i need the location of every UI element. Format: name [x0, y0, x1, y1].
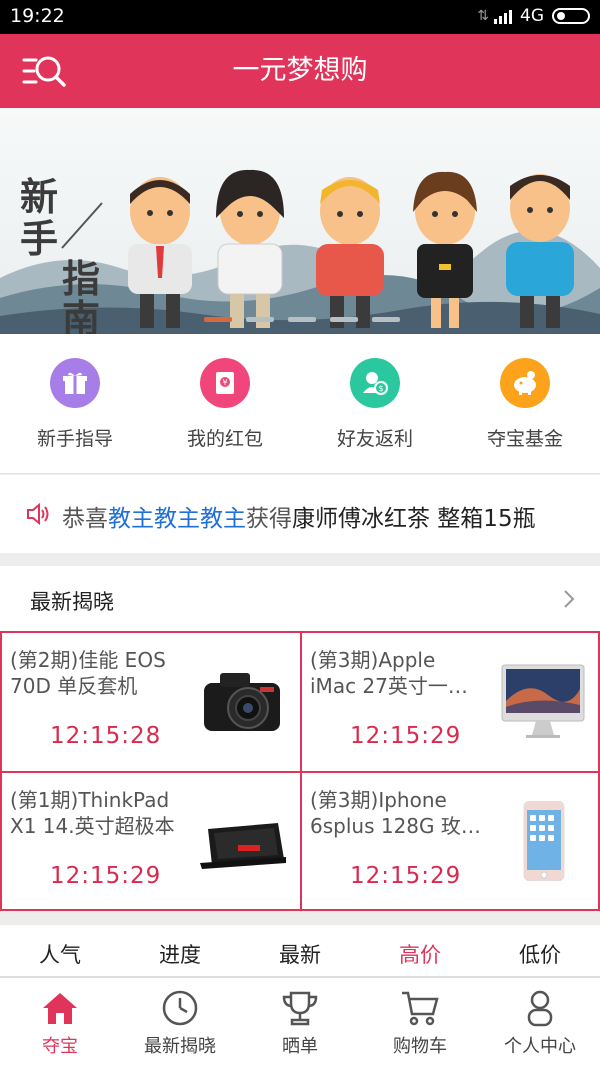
sort-popularity[interactable]: 人气 [0, 925, 120, 976]
quick-nav-label: 新手指导 [36, 428, 113, 450]
latest-reveal-grid: (第2期)佳能 EOS 70D 单反套机 12:15:28 (第3期)Apple i… [0, 631, 600, 911]
quick-nav-newbie-guide[interactable]: 新手指导 [0, 334, 150, 474]
countdown: 12:15:29 [350, 723, 462, 749]
countdown: 12:15:29 [50, 863, 162, 889]
quick-nav-my-red-envelope[interactable]: ¥ 我的红包 [150, 334, 300, 474]
notice-text: 恭喜教主教主教主获得康师傅冰红茶 整箱15瓶 [62, 499, 536, 533]
tab-label: 购物车 [393, 1036, 447, 1057]
product-card[interactable]: (第3期)Iphone 6splus 128G 玫… 12:15:29 [300, 771, 600, 911]
countdown: 12:15:28 [50, 723, 162, 749]
sort-newest[interactable]: 最新 [240, 925, 360, 976]
menu-search-icon[interactable] [20, 52, 68, 90]
product-card[interactable]: (第3期)Apple iMac 27英寸一… 12:15:29 [300, 631, 600, 771]
speaker-icon [27, 502, 49, 526]
sort-bar: 人气 进度 最新 高价 低价 [0, 925, 600, 977]
status-bar: 19:22 ⇅ 4G [0, 0, 600, 34]
signal-icon [494, 8, 512, 24]
banner-newbie-guide[interactable]: 新 手 指 南 [0, 108, 600, 334]
tab-label: 晒单 [282, 1036, 318, 1057]
notice-prize: 康师傅冰红茶 整箱15瓶 [292, 506, 536, 532]
banner-title-char: 手 [20, 216, 59, 261]
product-name: (第3期)Iphone 6splus 128G 玫… [310, 788, 481, 838]
notice-user[interactable]: 教主教主教主 [108, 506, 246, 532]
svg-text:$: $ [378, 384, 383, 393]
tab-cart[interactable]: 购物车 [360, 978, 480, 1067]
banner-page-indicator [204, 317, 400, 322]
product-name: (第1期)ThinkPad X1 14.英寸超极本 [10, 788, 175, 838]
product-name: (第2期)佳能 EOS 70D 单反套机 [10, 648, 166, 698]
tab-latest-reveal[interactable]: 最新揭晓 [120, 978, 240, 1067]
tab-label: 个人中心 [504, 1036, 576, 1057]
imac-image [501, 664, 585, 738]
tab-profile[interactable]: 个人中心 [480, 978, 600, 1067]
product-card[interactable]: (第1期)ThinkPad X1 14.英寸超极本 12:15:29 [0, 771, 300, 911]
trophy-icon [282, 991, 318, 1026]
user-icon [527, 990, 553, 1027]
clock-icon [162, 990, 198, 1026]
product-name: (第3期)Apple iMac 27英寸一… [310, 648, 468, 698]
countdown: 12:15:29 [350, 863, 462, 889]
quick-nav-label: 我的红包 [186, 428, 263, 450]
svg-text:¥: ¥ [222, 378, 227, 387]
quick-nav-friend-rebate[interactable]: $ 好友返利 [300, 334, 450, 474]
page-title: 一元梦想购 [232, 55, 368, 86]
tab-label: 最新揭晓 [144, 1036, 216, 1057]
quick-nav-label: 好友返利 [336, 428, 413, 450]
tab-label: 夺宝 [42, 1036, 78, 1057]
sort-high-price[interactable]: 高价 [360, 925, 480, 976]
friend-rebate-icon: $ [350, 358, 400, 408]
camera-image [204, 673, 280, 731]
gift-icon [50, 358, 100, 408]
quick-nav-label: 夺宝基金 [486, 428, 563, 450]
red-envelope-icon: ¥ [200, 358, 250, 408]
title-bar: 一元梦想购 [0, 34, 600, 108]
bottom-tab-bar: 夺宝 最新揭晓 晒单 购物车 个人中心 [0, 977, 600, 1067]
latest-reveal-header[interactable]: 最新揭晓 [0, 566, 600, 632]
piggy-bank-icon [500, 358, 550, 408]
chevron-right-icon[interactable] [562, 588, 576, 610]
sort-progress[interactable]: 进度 [120, 925, 240, 976]
banner-title-char: 南 [62, 296, 101, 334]
tab-share-order[interactable]: 晒单 [240, 978, 360, 1067]
notice-mid: 获得 [246, 506, 292, 532]
battery-icon [552, 8, 590, 24]
status-indicators: ⇅ 4G [477, 6, 590, 26]
tab-treasure[interactable]: 夺宝 [0, 978, 120, 1067]
notice-prefix: 恭喜 [62, 506, 108, 532]
home-icon [43, 993, 77, 1024]
network-type: 4G [520, 6, 544, 26]
sort-low-price[interactable]: 低价 [480, 925, 600, 976]
section-title: 最新揭晓 [30, 590, 114, 614]
laptop-image [200, 823, 286, 869]
cart-icon [402, 991, 439, 1026]
data-activity-icon: ⇅ [477, 8, 489, 24]
winner-notice[interactable]: 恭喜教主教主教主获得康师傅冰红茶 整箱15瓶 [0, 475, 600, 553]
product-card[interactable]: (第2期)佳能 EOS 70D 单反套机 12:15:28 [0, 631, 300, 771]
iphone-image [523, 801, 565, 881]
quick-nav-treasure-fund[interactable]: 夺宝基金 [450, 334, 600, 474]
quick-nav: 新手指导 ¥ 我的红包 $ 好友返利 夺宝基金 [0, 334, 600, 474]
status-time: 19:22 [10, 5, 65, 27]
